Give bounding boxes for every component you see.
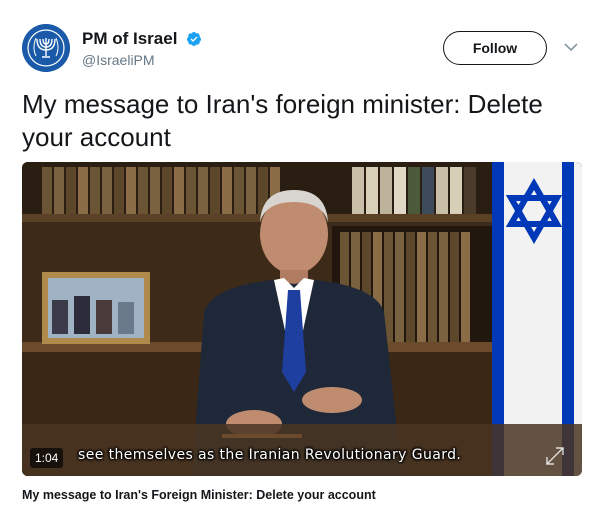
video-frame (22, 162, 582, 476)
avatar[interactable] (22, 24, 70, 72)
video-timestamp: 1:04 (30, 448, 64, 468)
video-title[interactable]: My message to Iran's Foreign Minister: D… (22, 488, 376, 502)
account-handle[interactable]: @IsraeliPM (82, 52, 202, 68)
expand-icon[interactable] (544, 445, 566, 467)
account-name-block[interactable]: PM of Israel @IsraeliPM (82, 29, 202, 68)
video-subtitle: see themselves as the Iranian Revolution… (78, 447, 462, 463)
follow-button[interactable]: Follow (443, 31, 547, 65)
tweet-card: PM of Israel @IsraeliPM Follow My messag… (0, 0, 613, 519)
display-name[interactable]: PM of Israel (82, 29, 177, 49)
tweet-header: PM of Israel @IsraeliPM Follow (22, 24, 594, 76)
tweet-text: My message to Iran's foreign minister: D… (22, 89, 543, 152)
menorah-emblem-icon (22, 24, 70, 72)
video-player[interactable]: 1:04 see themselves as the Iranian Revol… (22, 162, 582, 476)
chevron-down-icon[interactable] (562, 38, 580, 56)
verified-badge-icon (186, 32, 201, 46)
